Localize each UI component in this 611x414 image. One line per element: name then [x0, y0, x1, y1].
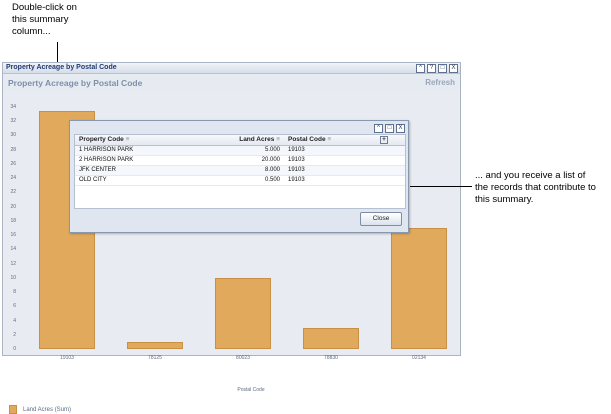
table-row[interactable]: OLD CITY 0.500 19103	[75, 176, 405, 186]
records-grid: Property Code ≡ Land Acres ≡ Postal Code…	[74, 134, 406, 209]
y-tick-label: 20	[10, 203, 16, 210]
add-column-icon[interactable]: +	[380, 135, 405, 145]
column-header-property-code[interactable]: Property Code ≡	[75, 135, 224, 145]
y-tick-label: 6	[13, 303, 16, 310]
y-tick-label: 32	[10, 118, 16, 125]
y-tick-label: 30	[10, 132, 16, 139]
y-tick-label: 4	[13, 317, 16, 324]
callout-top-line-2: this summary	[12, 14, 69, 25]
popup-close-icon[interactable]: X	[396, 124, 405, 133]
y-tick-label: 34	[10, 104, 16, 110]
bar-78830[interactable]	[303, 327, 359, 349]
window-titlebar: Property Acreage by Postal Code	[3, 63, 460, 74]
column-header-land-acres[interactable]: Land Acres ≡	[224, 135, 284, 145]
grid-header-row: Property Code ≡ Land Acres ≡ Postal Code…	[75, 135, 405, 146]
y-tick-label: 10	[10, 274, 16, 281]
cell-property-code: 1 HARRISON PARK	[79, 147, 134, 153]
maximize-button[interactable]: □	[438, 64, 447, 73]
cell-property-code: JFK CENTER	[79, 167, 117, 173]
bar-02134[interactable]	[391, 228, 447, 349]
y-tick-label: 12	[10, 260, 16, 267]
callout-right-leader	[410, 186, 472, 187]
table-row[interactable]: JFK CENTER 8.000 19103	[75, 166, 405, 176]
y-tick-label: 28	[10, 146, 16, 153]
y-tick-label: 8	[13, 289, 16, 296]
legend-label: Land Acres (Sum)	[23, 407, 72, 414]
x-tick-label: 02134	[412, 355, 426, 361]
cell-property-code: 2 HARRISON PARK	[79, 157, 134, 163]
cell-land-acres: 5.000	[264, 147, 280, 153]
refresh-link[interactable]: Refresh	[425, 78, 455, 87]
y-tick-label: 2	[13, 331, 16, 338]
cell-empty	[380, 146, 405, 155]
callout-right: ... and you receive a list of the record…	[475, 170, 611, 206]
cell-land-acres: 8.000	[264, 167, 280, 173]
callout-right-line-3: this summary.	[475, 194, 534, 205]
window-controls: ^ ? □ X	[416, 64, 458, 73]
y-tick-label: 16	[10, 232, 16, 239]
y-tick-label: 24	[10, 175, 16, 182]
callout-top-line-1: Double-click on	[12, 2, 77, 13]
callout-top-line-3: column...	[12, 26, 51, 37]
x-axis-label: Postal Code	[237, 387, 265, 393]
cell-empty	[380, 176, 405, 185]
chart-legend: Land Acres (Sum)	[9, 405, 71, 414]
bar-80023[interactable]	[215, 277, 271, 349]
cell-land-acres: 20.000	[261, 157, 280, 163]
sort-icon[interactable]: ≡	[276, 136, 280, 143]
callout-top: Double-click on this summary column...	[12, 2, 102, 38]
cell-empty	[380, 156, 405, 165]
table-row[interactable]: 2 HARRISON PARK 20.000 19103	[75, 156, 405, 166]
x-tick-label: 78125	[148, 355, 162, 361]
cell-postal-code: 19103	[288, 177, 305, 183]
cell-empty	[380, 166, 405, 175]
cell-land-acres: 0.500	[264, 177, 280, 183]
x-tick-label: 19103	[60, 355, 74, 361]
grid-body: 1 HARRISON PARK 5.000 19103 2 HARRISON PARK…	[75, 146, 405, 186]
popup-controls: ^ □ X	[374, 124, 405, 133]
panel-header: Property Acreage by Postal Code Refresh	[3, 74, 460, 91]
help-button[interactable]: ?	[427, 64, 436, 73]
popup-collapse-button[interactable]: ^	[374, 124, 383, 133]
y-tick-label: 0	[13, 346, 16, 352]
sort-icon[interactable]: ≡	[126, 136, 130, 143]
sort-icon[interactable]: ≡	[327, 136, 331, 143]
callout-right-line-2: the records that contribute to	[475, 182, 596, 193]
cell-postal-code: 19103	[288, 167, 305, 173]
y-tick-label: 14	[10, 246, 16, 253]
y-tick-label: 22	[10, 189, 16, 196]
x-tick-label: 78830	[324, 355, 338, 361]
legend-swatch	[9, 405, 17, 414]
callout-right-line-1: ... and you receive a list of	[475, 170, 586, 181]
x-tick-label: 80023	[236, 355, 250, 361]
cell-postal-code: 19103	[288, 157, 305, 163]
table-row[interactable]: 1 HARRISON PARK 5.000 19103	[75, 146, 405, 156]
panel-title: Property Acreage by Postal Code	[8, 78, 143, 88]
y-tick-label: 18	[10, 217, 16, 224]
y-tick-label: 26	[10, 160, 16, 167]
collapse-button[interactable]: ^	[416, 64, 425, 73]
bar-78125[interactable]	[127, 341, 183, 349]
close-button[interactable]: Close	[360, 212, 402, 226]
column-header-postal-code[interactable]: Postal Code ≡	[284, 135, 380, 145]
close-window-button[interactable]: X	[449, 64, 458, 73]
records-popup: ^ □ X Property Code ≡ Land Acres ≡ Posta…	[69, 120, 409, 233]
cell-postal-code: 19103	[288, 147, 305, 153]
cell-property-code: OLD CITY	[79, 177, 107, 183]
popup-maximize-button[interactable]: □	[385, 124, 394, 133]
window-title: Property Acreage by Postal Code	[6, 64, 117, 71]
